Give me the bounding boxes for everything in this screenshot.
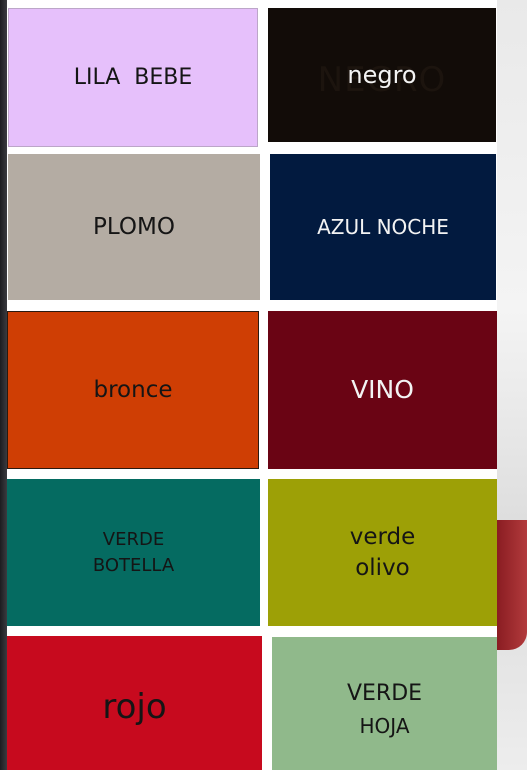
- label-line-2: olivo: [355, 554, 410, 581]
- swatch-label: VERDE HOJA: [347, 677, 422, 743]
- left-edge-strip: [0, 0, 7, 770]
- swatch-bronce: bronce: [7, 311, 259, 469]
- swatch-label: VERDE BOTELLA: [93, 527, 174, 579]
- swatch-label: rojo: [102, 686, 167, 727]
- label-line-1: VERDE: [346, 680, 423, 706]
- swatch-label: negro: [347, 61, 417, 89]
- background-photo-edge: [497, 0, 527, 770]
- swatch-label: VINO: [351, 375, 414, 405]
- swatch-lila-bebe: LILA BEBE: [8, 8, 258, 147]
- red-chair-fragment: [497, 520, 527, 650]
- label-line-1: verde: [349, 523, 416, 550]
- swatch-label: verde olivo: [350, 522, 416, 584]
- swatch-label: bronce: [93, 376, 173, 403]
- swatch-negro: NEGRO negro: [268, 8, 496, 142]
- swatch-verde-hoja: VERDE HOJA: [272, 637, 497, 770]
- swatch-label: PLOMO: [93, 213, 175, 240]
- label-line-1: VERDE: [102, 528, 165, 550]
- label-line-2: HOJA: [359, 713, 410, 738]
- swatch-label: LILA BEBE: [73, 64, 193, 90]
- swatch-verde-olivo: verde olivo: [268, 479, 497, 626]
- label-line-2: BOTELLA: [92, 554, 175, 576]
- swatch-rojo: rojo: [7, 636, 262, 770]
- swatch-azul-noche: AZUL NOCHE: [270, 154, 496, 300]
- swatch-verde-botella: VERDE BOTELLA: [7, 479, 260, 626]
- swatch-label: AZUL NOCHE: [317, 214, 449, 239]
- swatch-vino: VINO: [268, 311, 497, 469]
- swatch-plomo: PLOMO: [8, 154, 260, 300]
